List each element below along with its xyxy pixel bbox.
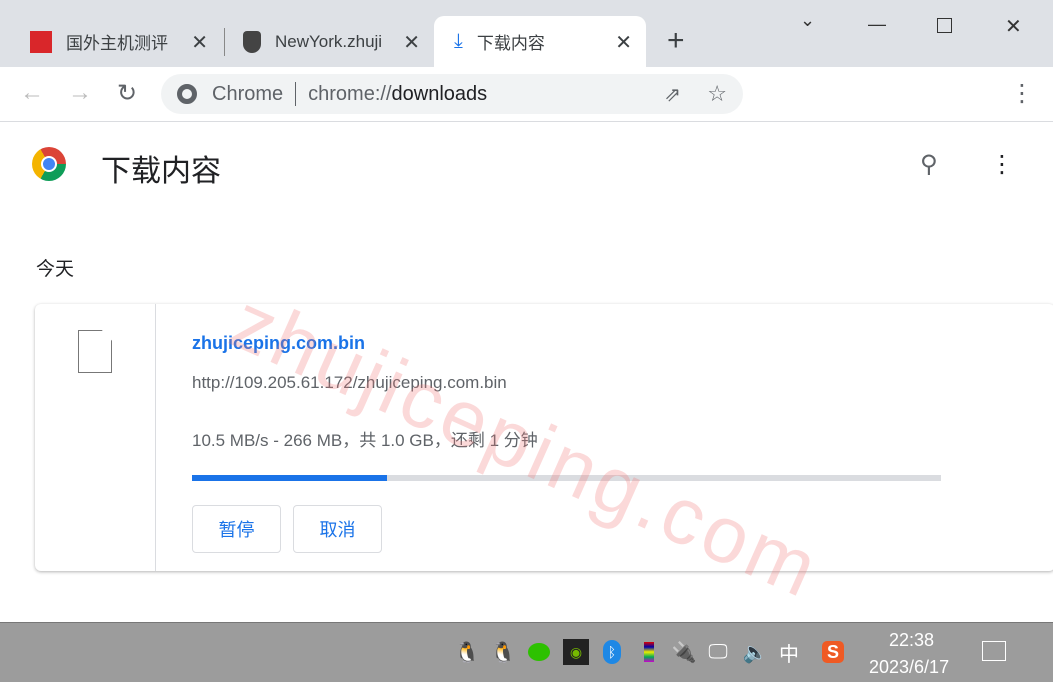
site-favicon — [30, 30, 52, 53]
omnibox-chip: Chrome — [212, 82, 284, 105]
clock-time[interactable]: 22:38 — [889, 630, 934, 651]
wechat-icon[interactable] — [526, 639, 552, 665]
menu-icon[interactable]: ⋮ — [1010, 79, 1034, 108]
cancel-button[interactable]: 取消 — [293, 505, 382, 553]
search-icon[interactable]: ⚲ — [920, 150, 938, 179]
battery-icon[interactable]: 🔌 — [671, 639, 697, 665]
close-tab-icon[interactable]: ✕ — [403, 30, 420, 55]
chrome-logo — [32, 147, 66, 181]
downloads-header: 下载内容 ⚲ ⋮ — [0, 122, 1053, 207]
url-main: downloads — [391, 82, 488, 105]
address-bar[interactable]: Chrome chrome:// downloads ⇗ ☆ — [161, 74, 743, 114]
tab-divider — [224, 28, 225, 56]
maximize-button[interactable] — [937, 18, 952, 33]
tab-1[interactable]: 国外主机测评 ✕ — [12, 16, 222, 67]
progress-bar — [192, 475, 941, 481]
file-name-link[interactable]: zhujiceping.com.bin — [192, 333, 365, 354]
progress-fill — [192, 475, 387, 481]
bluetooth-icon[interactable]: ᛒ — [599, 639, 625, 665]
pause-button[interactable]: 暂停 — [192, 505, 281, 553]
toolbar: ← → ↻ Chrome chrome:// downloads ⇗ ☆ ⋮ — [0, 67, 1053, 122]
nvidia-icon[interactable]: ◉ — [563, 639, 589, 665]
tab-strip: 国外主机测评 ✕ NewYork.zhuji ✕ ⤓ 下载内容 ✕ + ⌄ — … — [0, 0, 1053, 67]
file-icon — [78, 330, 112, 373]
omnibox-divider — [295, 82, 297, 106]
more-options-icon[interactable]: ⋮ — [990, 150, 1014, 179]
network-icon[interactable]: 🖵 — [705, 639, 731, 665]
volume-icon[interactable]: 🔈 — [742, 639, 768, 665]
new-tab-button[interactable]: + — [667, 24, 685, 58]
notification-icon[interactable] — [982, 641, 1006, 661]
tab-3[interactable]: ⤓ 下载内容 ✕ — [434, 16, 646, 67]
tab-title: 下载内容 — [476, 34, 545, 53]
clock-date[interactable]: 2023/6/17 — [869, 657, 949, 678]
share-icon[interactable]: ⇗ — [664, 82, 681, 107]
ime-indicator[interactable]: 中 — [776, 639, 802, 666]
reload-button[interactable]: ↻ — [117, 79, 137, 108]
source-url: http://109.205.61.172/zhujiceping.com.bi… — [192, 373, 507, 392]
qq-icon[interactable]: 🐧 — [454, 639, 480, 665]
color-app-icon[interactable] — [636, 639, 662, 665]
date-section-label: 今天 — [36, 259, 75, 280]
close-window-button[interactable]: ✕ — [1005, 14, 1022, 39]
forward-button[interactable]: → — [68, 79, 92, 107]
close-tab-icon[interactable]: ✕ — [615, 30, 632, 55]
chrome-icon — [177, 84, 197, 104]
tab-title: 国外主机测评 — [66, 34, 168, 53]
server-favicon — [243, 30, 261, 53]
tab-2[interactable]: NewYork.zhuji ✕ — [226, 16, 434, 67]
close-tab-icon[interactable]: ✕ — [191, 30, 208, 55]
url-prefix: chrome:// — [308, 82, 392, 105]
taskbar: 🐧 🐧 ◉ ᛒ 🔌 🖵 🔈 中 S 22:38 2023/6/17 — [0, 622, 1053, 682]
sogou-icon[interactable]: S — [820, 639, 846, 665]
download-item: zhujiceping.com.bin http://109.205.61.17… — [35, 304, 1053, 571]
download-status: 10.5 MB/s - 266 MB，共 1.0 GB，还剩 1 分钟 — [192, 431, 538, 450]
page-title: 下载内容 — [101, 155, 221, 188]
tab-search-icon[interactable]: ⌄ — [800, 10, 815, 31]
download-icon: ⤓ — [454, 30, 463, 52]
back-button[interactable]: ← — [20, 79, 44, 107]
bookmark-star-icon[interactable]: ☆ — [707, 81, 727, 107]
minimize-button[interactable]: — — [868, 14, 886, 35]
tab-title: NewYork.zhuji — [275, 31, 383, 51]
file-icon-area — [35, 304, 156, 571]
qq-icon[interactable]: 🐧 — [490, 639, 516, 665]
